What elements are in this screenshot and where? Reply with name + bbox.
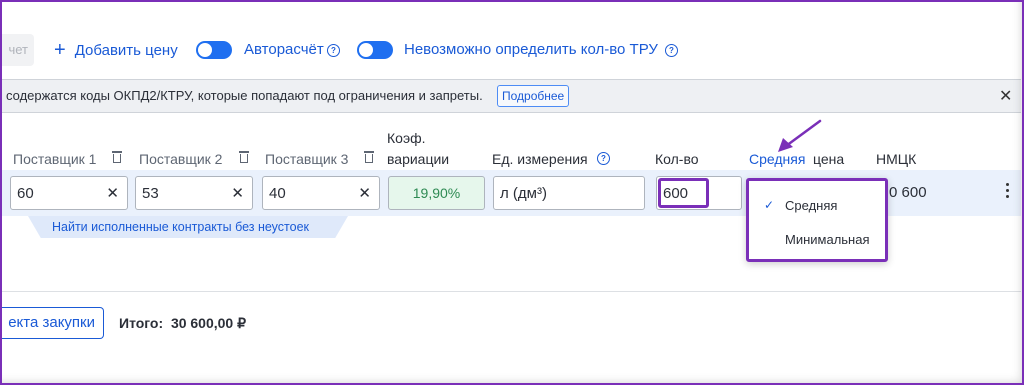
nmck-value: 0 600	[889, 184, 927, 201]
close-icon[interactable]: ✕	[999, 86, 1012, 106]
dropdown-option-minimal[interactable]: Минимальная	[785, 232, 870, 247]
more-vert-icon[interactable]	[1005, 183, 1011, 201]
supplier-2-value: 53	[142, 185, 159, 202]
annotation-arrow	[778, 119, 822, 152]
unit-value: л (дм³)	[500, 185, 547, 202]
divider	[0, 291, 1021, 292]
add-price-label: Добавить цену	[74, 41, 178, 59]
toggle-knob	[359, 43, 373, 57]
plus-icon: +	[54, 39, 66, 61]
supplier-3-input[interactable]: 40 ✕	[262, 176, 380, 210]
banner-text: содержатся коды ОКПД2/КТРУ, которые попа…	[6, 88, 483, 103]
dropdown-option-average[interactable]: Средняя	[785, 198, 837, 213]
help-icon[interactable]: ?	[665, 44, 678, 57]
calculate-button[interactable]: чет	[0, 34, 34, 66]
unit-select[interactable]: л (дм³)	[493, 176, 645, 210]
column-qty: Кол-во	[655, 151, 699, 167]
total-label: Итого:	[119, 315, 164, 331]
supplier-1-input[interactable]: 60 ✕	[10, 176, 128, 210]
restriction-banner: содержатся коды ОКПД2/КТРУ, которые попа…	[0, 79, 1021, 113]
help-icon[interactable]: ?	[597, 152, 610, 165]
column-nmck: НМЦК	[876, 151, 917, 167]
find-contracts-link[interactable]: Найти исполненные контракты без неустоек	[52, 220, 309, 234]
column-variation-line1: Коэф.	[387, 130, 426, 146]
procurement-object-button[interactable]: екта закупки	[0, 307, 104, 339]
column-supplier-1: Поставщик 1	[13, 151, 97, 167]
trash-icon[interactable]	[239, 151, 249, 163]
price-type-dropdown: ✓ Средняя Минимальная	[746, 178, 888, 262]
banner-more-button[interactable]: Подробнее	[497, 85, 570, 107]
auto-calc-label: Авторасчёт	[244, 41, 324, 58]
toggle-knob	[198, 43, 212, 57]
clear-icon[interactable]: ✕	[358, 184, 371, 202]
trash-icon[interactable]	[364, 151, 374, 163]
auto-calc-toggle[interactable]	[196, 41, 232, 59]
column-supplier-3: Поставщик 3	[265, 151, 349, 167]
variation-value: 19,90%	[388, 176, 485, 210]
clear-icon[interactable]: ✕	[231, 184, 244, 202]
supplier-3-value: 40	[269, 185, 286, 202]
clear-icon[interactable]: ✕	[106, 184, 119, 202]
supplier-1-value: 60	[17, 185, 34, 202]
trash-icon[interactable]	[112, 151, 122, 163]
column-variation-line2: вариации	[387, 151, 450, 167]
add-price-button[interactable]: + Добавить цену	[54, 40, 178, 60]
cannot-determine-toggle[interactable]	[357, 41, 393, 59]
total: Итого: 30 600,00 ₽	[119, 315, 246, 332]
check-icon: ✓	[764, 198, 775, 212]
total-value: 30 600,00 ₽	[170, 315, 247, 331]
supplier-2-input[interactable]: 53 ✕	[135, 176, 253, 210]
column-supplier-2: Поставщик 2	[139, 151, 223, 167]
column-unit: Ед. измерения	[492, 151, 588, 167]
help-icon[interactable]: ?	[327, 44, 340, 57]
qty-highlight	[658, 178, 709, 208]
cannot-determine-label: Невозможно определить кол-во ТРУ	[404, 41, 658, 58]
